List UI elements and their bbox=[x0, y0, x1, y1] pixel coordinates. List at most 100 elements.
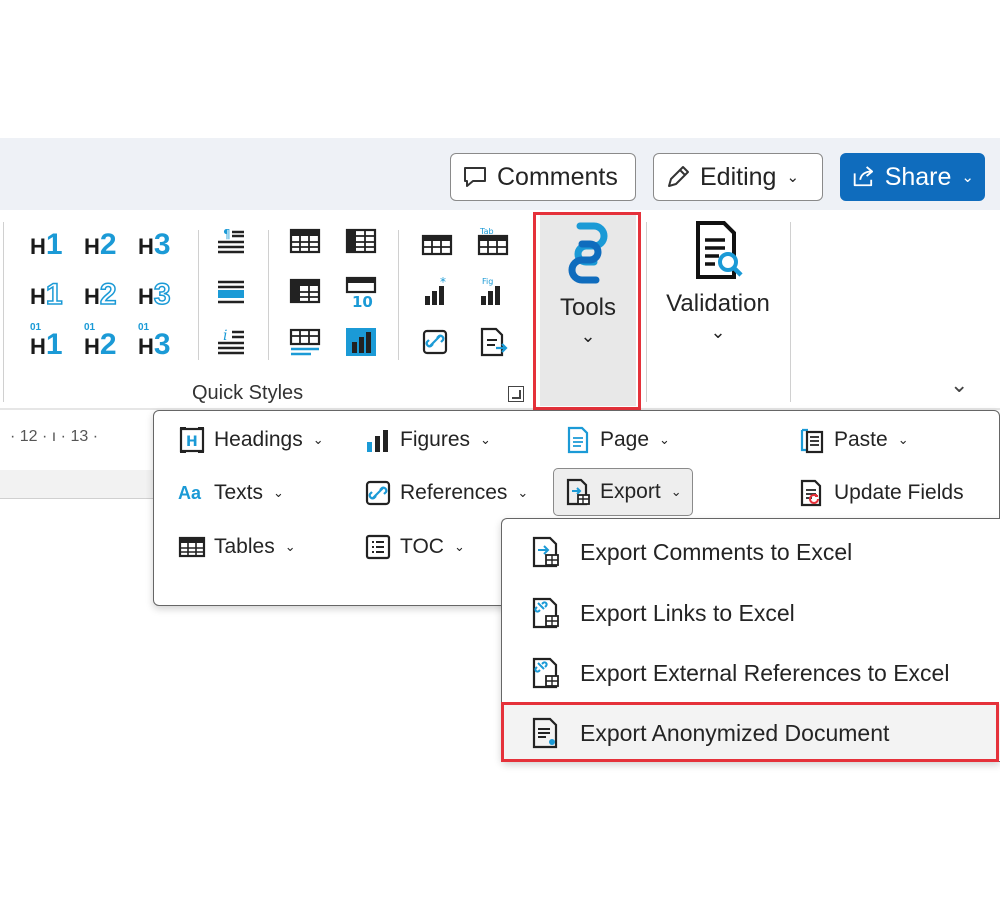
menu-item-texts[interactable]: Aa Texts ⌄ bbox=[178, 473, 284, 513]
svg-text:10: 10 bbox=[352, 293, 373, 308]
ribbon-separator bbox=[398, 230, 399, 360]
menu-item-label: Tables bbox=[214, 535, 275, 558]
menu-item-toc[interactable]: TOC ⌄ bbox=[364, 527, 465, 567]
menu-item-figures[interactable]: Figures ⌄ bbox=[364, 420, 491, 460]
share-label: Share bbox=[884, 162, 952, 191]
export-comments-to-excel-item[interactable]: Export Comments to Excel bbox=[530, 532, 852, 572]
table-grid-icon[interactable] bbox=[288, 276, 322, 308]
menu-item-headings[interactable]: H Headings ⌄ bbox=[178, 420, 324, 460]
menu-item-paste[interactable]: Paste ⌄ bbox=[798, 420, 909, 460]
export-references-icon bbox=[532, 657, 559, 689]
link-icon[interactable] bbox=[420, 326, 454, 358]
submenu-item-label: Export Links to Excel bbox=[580, 599, 795, 626]
figure-caption-reference-icon[interactable]: Fig bbox=[476, 276, 510, 308]
texts-icon: Aa bbox=[178, 482, 202, 503]
editing-button[interactable]: Editing ⌄ bbox=[653, 153, 823, 201]
ribbon-separator bbox=[198, 230, 199, 360]
quick-styles-label: Quick Styles bbox=[192, 382, 304, 404]
comments-label: Comments bbox=[497, 162, 618, 191]
figure-chart-icon[interactable] bbox=[344, 326, 378, 358]
update-fields-icon bbox=[800, 479, 822, 507]
share-button[interactable]: Share ⌄ bbox=[840, 153, 985, 201]
menu-item-references[interactable]: References ⌄ bbox=[364, 473, 528, 513]
svg-text:H: H bbox=[186, 434, 198, 450]
numbering-icon: 01 bbox=[84, 322, 96, 333]
ribbon-separator bbox=[268, 230, 269, 360]
paste-icon bbox=[800, 428, 824, 454]
comments-button[interactable]: Comments bbox=[450, 153, 636, 201]
menu-item-label: Texts bbox=[214, 481, 264, 504]
insert-document-icon[interactable] bbox=[476, 326, 510, 358]
ruler: · 12 · ı · 13 · bbox=[10, 428, 99, 445]
chevron-down-icon: ⌄ bbox=[284, 539, 296, 554]
heading2-unnumbered-button[interactable]: H2 bbox=[84, 276, 122, 311]
export-external-references-to-excel-item[interactable]: Export External References to Excel bbox=[530, 653, 949, 693]
export-excel-icon bbox=[532, 536, 559, 568]
ribbon-separator bbox=[790, 222, 791, 402]
menu-item-export[interactable]: Export ⌄ bbox=[553, 468, 693, 516]
heading1-style-button[interactable]: H1 bbox=[30, 226, 68, 260]
comment-icon bbox=[464, 167, 486, 187]
export-links-icon bbox=[532, 597, 559, 629]
toc-icon bbox=[365, 534, 391, 560]
menu-item-tables[interactable]: Tables ⌄ bbox=[178, 527, 296, 567]
references-icon bbox=[365, 480, 391, 506]
heading3-appendix-button[interactable]: 01 H 3 bbox=[138, 322, 176, 360]
svg-text:Tab: Tab bbox=[479, 227, 494, 236]
chevron-down-icon: ⌄ bbox=[480, 432, 491, 447]
ribbon-expand-chevron-icon[interactable]: ⌄ bbox=[950, 372, 968, 398]
share-icon bbox=[853, 166, 874, 187]
menu-item-label: Paste bbox=[834, 428, 888, 451]
menu-item-label: Page bbox=[600, 428, 650, 451]
ribbon-separator bbox=[3, 222, 4, 402]
chevron-down-icon: ⌄ bbox=[659, 432, 670, 447]
svg-text:Fig: Fig bbox=[482, 277, 493, 286]
chevron-down-icon: ⌄ bbox=[453, 539, 465, 554]
dialog-launcher-icon[interactable] bbox=[508, 386, 524, 402]
tools-highlight-box bbox=[533, 212, 641, 410]
chevron-down-icon: ⌄ bbox=[786, 169, 800, 186]
figure-reference-icon[interactable]: * bbox=[420, 276, 454, 308]
menu-item-page[interactable]: Page ⌄ bbox=[564, 420, 670, 460]
heading1-unnumbered-button[interactable]: H1 bbox=[30, 276, 68, 311]
chevron-down-icon: ⌄ bbox=[710, 322, 726, 342]
table-text-icon[interactable] bbox=[288, 326, 322, 358]
heading2-style-button[interactable]: H2 bbox=[84, 226, 122, 260]
heading3-style-button[interactable]: H3 bbox=[138, 226, 176, 260]
heading-icon: H bbox=[179, 427, 205, 453]
validation-document-icon bbox=[696, 221, 743, 279]
chevron-down-icon: ⌄ bbox=[961, 169, 974, 186]
table-reference-icon[interactable] bbox=[420, 226, 454, 258]
svg-text:¶: ¶ bbox=[223, 227, 231, 241]
document-gutter bbox=[0, 470, 160, 498]
table-caption-reference-icon[interactable]: Tab bbox=[476, 226, 510, 258]
heading3-unnumbered-button[interactable]: H3 bbox=[138, 276, 176, 311]
chevron-down-icon: ⌄ bbox=[273, 485, 284, 500]
table-style-icon[interactable] bbox=[344, 226, 378, 258]
validation-button[interactable]: Validation ⌄ bbox=[660, 220, 776, 400]
heading2-appendix-button[interactable]: 01 H 2 bbox=[84, 322, 122, 360]
menu-item-label: References bbox=[400, 481, 508, 504]
table-style-icon[interactable] bbox=[288, 226, 322, 258]
chevron-down-icon: ⌄ bbox=[312, 432, 324, 447]
menu-item-label: Export bbox=[600, 480, 661, 503]
export-icon bbox=[566, 478, 590, 506]
heading1-appendix-button[interactable]: 01 H 1 bbox=[30, 322, 68, 360]
numbering-icon: 01 bbox=[30, 322, 42, 333]
page-icon bbox=[567, 426, 589, 454]
ribbon-separator bbox=[646, 222, 647, 402]
body-text-style-icon[interactable] bbox=[214, 276, 248, 308]
chevron-down-icon: ⌄ bbox=[670, 484, 682, 499]
paragraph-style-icon[interactable]: ¶ bbox=[214, 226, 248, 258]
svg-text:i: i bbox=[223, 328, 227, 344]
validation-label: Validation bbox=[666, 290, 770, 317]
chevron-down-icon: ⌄ bbox=[897, 432, 909, 447]
numbering-icon: 01 bbox=[138, 322, 150, 333]
table-caption-icon[interactable]: 10 bbox=[344, 276, 378, 308]
menu-item-update-fields[interactable]: Update Fields bbox=[798, 473, 964, 513]
export-links-to-excel-item[interactable]: Export Links to Excel bbox=[530, 593, 795, 633]
menu-item-label: TOC bbox=[400, 535, 444, 558]
menu-item-label: Update Fields bbox=[834, 481, 964, 504]
pencil-icon bbox=[668, 166, 689, 187]
info-style-icon[interactable]: i bbox=[214, 326, 248, 358]
